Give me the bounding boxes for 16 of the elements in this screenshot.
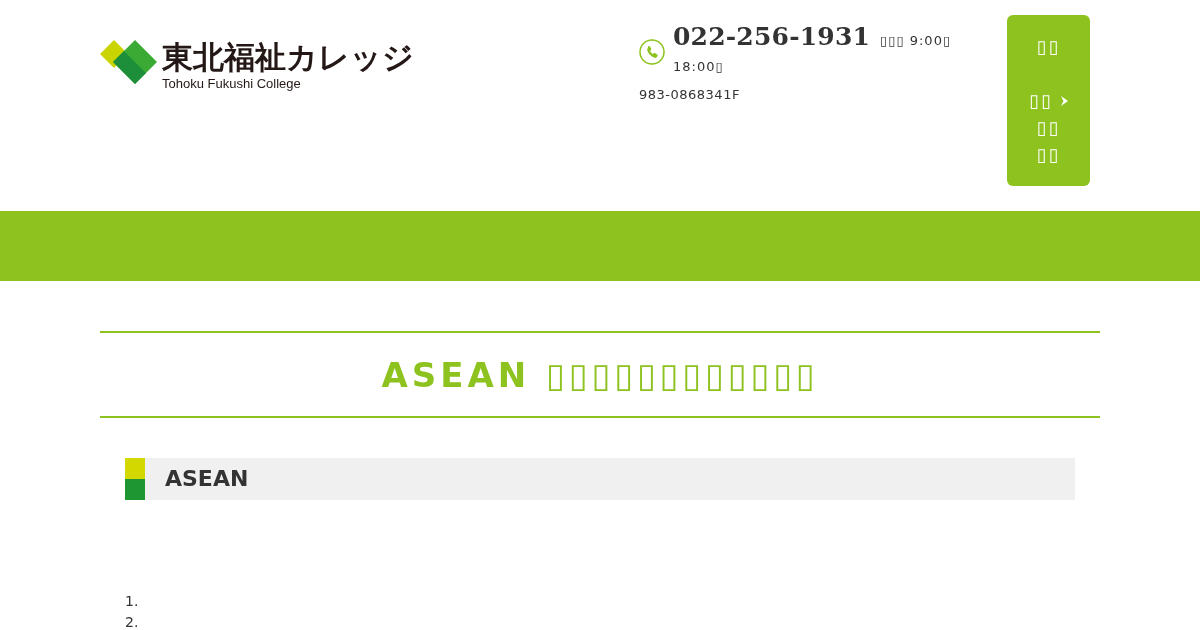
business-hours: 18:00▯ — [673, 58, 724, 76]
list-number: 1. — [125, 593, 139, 609]
site-logo[interactable]: 東北福祉カレッジ Tohoku Fukushi College — [100, 38, 414, 91]
phone-icon — [639, 39, 665, 65]
address-text: 983-0868341F — [639, 86, 740, 104]
section-heading: ASEAN — [165, 465, 249, 493]
page-title: ASEAN ▯▯▯▯▯▯▯▯▯▯▯▯ — [381, 353, 819, 397]
business-hours: ▯▯▯ 9:00▯ — [880, 32, 952, 50]
logo-name: 東北福祉カレッジ — [162, 38, 414, 76]
chevron-icon — [1060, 96, 1068, 106]
logo-tagline: Tohoku Fukushi College — [162, 76, 302, 91]
menu-label: ▯▯ — [1036, 35, 1061, 59]
list-number: 2. — [125, 614, 139, 630]
phone-number[interactable]: 022-256-1931 — [673, 22, 871, 52]
heading-marker-icon — [125, 458, 145, 500]
logo-mark-icon — [100, 40, 158, 84]
